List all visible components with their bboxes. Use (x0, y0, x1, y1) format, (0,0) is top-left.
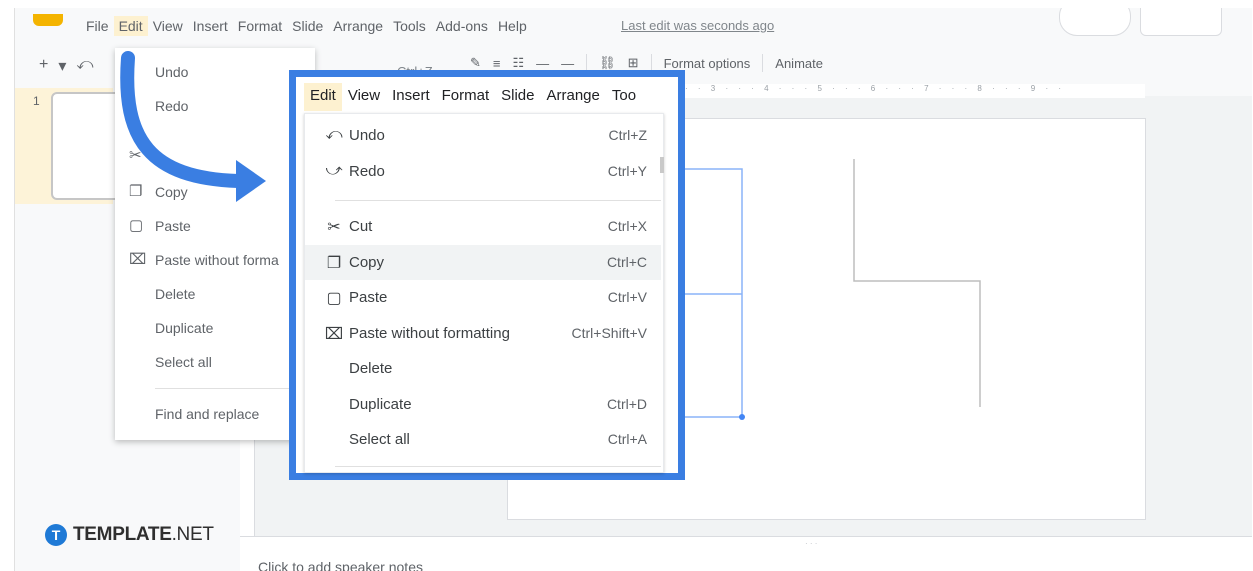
curved-arrow-annotation (120, 51, 266, 202)
brand-badge-icon: T (45, 524, 67, 546)
brand-wordmark: TEMPLATE.NET (73, 524, 214, 545)
template-net-logo: T TEMPLATE.NET (45, 524, 214, 546)
